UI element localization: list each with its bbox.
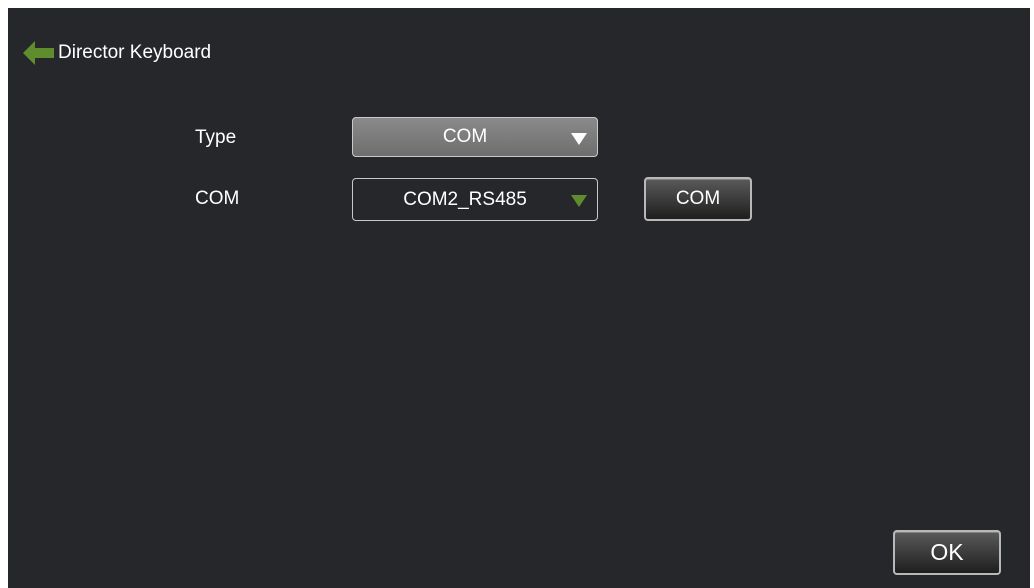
chevron-down-icon [571,195,587,207]
type-select[interactable]: COM [352,117,598,157]
com-select-value: COM2_RS485 [403,188,527,210]
com-label: COM [195,188,240,209]
com-settings-button[interactable]: COM [644,177,752,221]
page-title: Director Keyboard [58,42,212,63]
header[interactable]: Director Keyboard [22,40,211,66]
main-panel [8,8,1030,588]
ok-button[interactable]: OK [893,530,1001,575]
chevron-down-icon [571,133,587,145]
type-select-value: COM [442,126,488,147]
com-select[interactable]: COM2_RS485 [352,178,598,221]
arrow-left-icon[interactable] [22,40,56,66]
type-label: Type [195,127,237,148]
